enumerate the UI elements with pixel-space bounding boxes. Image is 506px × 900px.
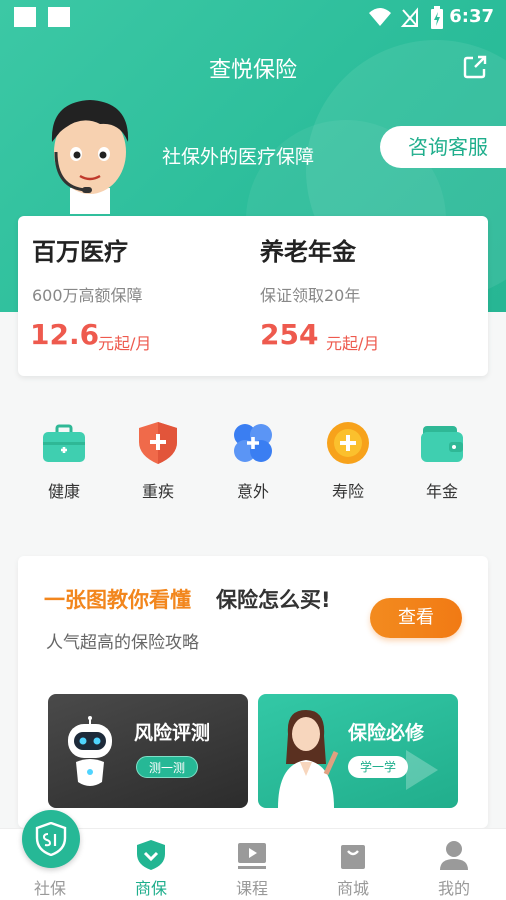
clock: 6:37 — [449, 6, 494, 27]
test-button[interactable]: 测一测 — [136, 756, 199, 778]
product-price: 254 — [260, 318, 319, 351]
guide-title-highlight: 一张图教你看懂 — [44, 588, 191, 612]
category-label: 健康 — [47, 482, 80, 501]
guide-title: 保险怎么买! — [216, 588, 331, 612]
category-label: 重疾 — [141, 482, 174, 501]
product-price-unit: 元起/月 — [326, 334, 380, 353]
person-icon — [440, 841, 468, 870]
sun-plus-icon — [327, 422, 369, 464]
product-medical[interactable]: 百万医疗 600万高额保障 12.6 元起/月 — [18, 216, 248, 376]
customer-service-button[interactable]: 咨询客服 — [380, 126, 506, 168]
share-icon[interactable] — [462, 54, 488, 80]
social-security-icon — [35, 822, 67, 856]
category-grid: 健康 重疾 意外 寿险 年金 — [0, 420, 506, 510]
category-health[interactable]: 健康 — [24, 420, 104, 502]
notification-icon — [14, 7, 36, 27]
product-subtitle: 600万高额保障 — [32, 286, 143, 305]
product-price: 12.6 — [30, 318, 100, 351]
shield-check-icon — [137, 840, 165, 870]
social-security-float-button[interactable] — [22, 810, 80, 868]
tab-label: 我的 — [437, 879, 470, 898]
presenter-image — [278, 710, 339, 808]
category-annuity[interactable]: 年金 — [402, 420, 482, 502]
tab-label: 商城 — [336, 879, 369, 898]
wallet-icon — [421, 426, 463, 462]
shopping-bag-icon — [341, 845, 365, 869]
product-name: 百万医疗 — [32, 238, 128, 266]
video-play-icon — [238, 843, 266, 869]
customer-service-avatar — [51, 100, 129, 214]
wifi-icon — [369, 8, 391, 26]
slogan: 社保外的医疗保障 — [162, 146, 315, 168]
product-annuity[interactable]: 养老年金 保证领取20年 254 元起/月 — [248, 216, 488, 376]
product-card: 百万医疗 600万高额保障 12.6 元起/月 养老年金 保证领取20年 254… — [18, 216, 488, 376]
view-guide-button[interactable]: 查看 — [370, 598, 462, 638]
play-arrow-icon — [406, 750, 438, 790]
category-critical-illness[interactable]: 重疾 — [118, 420, 198, 502]
tab-courses[interactable]: 课程 — [202, 829, 302, 900]
shield-plus-icon — [139, 422, 177, 464]
tab-label: 商保 — [134, 879, 167, 898]
category-label: 意外 — [236, 482, 269, 501]
medical-kit-icon — [43, 424, 85, 462]
insurance-course-tile[interactable]: 保险必修 学一学 — [258, 694, 458, 808]
category-life[interactable]: 寿险 — [308, 420, 388, 502]
tab-commercial-insurance[interactable]: 商保 — [101, 829, 201, 900]
status-bar: 6:37 — [0, 0, 506, 36]
risk-assessment-tile[interactable]: 风险评测 测一测 — [48, 694, 248, 808]
tab-mine[interactable]: 我的 — [404, 829, 504, 900]
cross-flower-icon — [234, 424, 272, 462]
guide-subtitle: 人气超高的保险攻略 — [46, 633, 199, 653]
insurance-guide-card: 一张图教你看懂 保险怎么买! 人气超高的保险攻略 查看 风险评测 测一测 保险必… — [18, 556, 488, 828]
category-label: 寿险 — [331, 482, 364, 501]
product-subtitle: 保证领取20年 — [260, 286, 361, 305]
tab-mall[interactable]: 商城 — [303, 829, 403, 900]
tile-title: 保险必修 — [348, 722, 425, 744]
no-signal-icon — [400, 7, 418, 27]
product-price-unit: 元起/月 — [98, 334, 152, 353]
page-title: 查悦保险 — [208, 58, 297, 83]
tile-title: 风险评测 — [134, 722, 211, 744]
product-name: 养老年金 — [260, 238, 356, 266]
category-accident[interactable]: 意外 — [213, 420, 293, 502]
learn-button[interactable]: 学一学 — [348, 756, 409, 778]
notification-icon — [48, 7, 70, 27]
tab-label: 课程 — [235, 879, 268, 898]
battery-charging-icon — [431, 6, 443, 29]
tab-label: 社保 — [33, 879, 66, 898]
category-label: 年金 — [425, 482, 458, 501]
robot-icon — [68, 716, 112, 786]
